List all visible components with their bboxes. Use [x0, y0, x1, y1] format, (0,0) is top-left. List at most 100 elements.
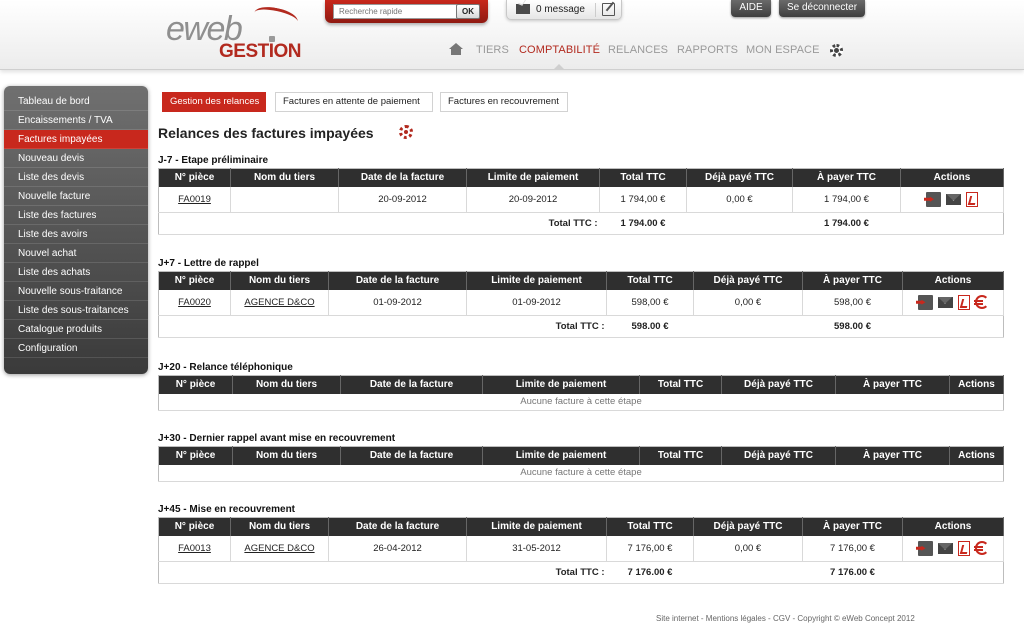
tab-factures-attente[interactable]: Factures en attente de paiement [275, 92, 433, 112]
table-header-row: N° pièce Nom du tiers Date de la facture… [158, 375, 1004, 394]
col-header-tiers: Nom du tiers [232, 446, 341, 465]
eweb-gestion-logo[interactable]: eweb GESTION [166, 3, 306, 64]
col-header-total: Total TTC [599, 168, 687, 187]
logout-button[interactable]: Se déconnecter [779, 0, 865, 17]
open-invoice-icon[interactable] [926, 191, 941, 207]
euro-payment-icon[interactable] [973, 541, 989, 556]
messages-count[interactable]: 0 message [536, 4, 585, 15]
euro-payment-icon[interactable] [973, 295, 989, 310]
sidebar-item-factures-impayees[interactable]: Factures impayées [4, 130, 148, 149]
col-header-total: Total TTC [639, 446, 722, 465]
col-header-paye: Déjà payé TTC [693, 517, 803, 536]
compose-icon[interactable] [602, 3, 615, 16]
pdf-icon[interactable] [966, 191, 978, 207]
open-invoice-icon[interactable] [917, 294, 933, 310]
col-header-limite: Limite de paiement [466, 168, 600, 187]
invoice-number-link[interactable]: FA0020 [158, 289, 231, 316]
sidebar-item-nouvelle-sous-traitance[interactable]: Nouvelle sous-traitance [4, 282, 148, 301]
messages-widget[interactable]: 0 message [506, 0, 622, 20]
row-actions [902, 289, 1004, 316]
sidebar-item-liste-factures[interactable]: Liste des factures [4, 206, 148, 225]
sidebar-item-tableau-de-bord[interactable]: Tableau de bord [4, 92, 148, 111]
page-title: Relances des factures impayées [158, 125, 374, 141]
invoice-date: 01-09-2012 [328, 289, 467, 316]
pdf-icon[interactable] [957, 540, 970, 556]
total-label: Total TTC : [466, 315, 607, 338]
col-header-piece: N° pièce [158, 375, 233, 394]
invoice-number-link[interactable]: FA0013 [158, 535, 231, 562]
nav-item-comptabilite[interactable]: COMPTABILITÉ [519, 44, 600, 56]
section-j+20: J+20 - Relance téléphonique N° pièce Nom… [158, 362, 1004, 411]
section-j+45: J+45 - Mise en recouvrement N° pièce Nom… [158, 504, 1004, 584]
total-row: Total TTC : 7 176.00 € 7 176.00 € [158, 561, 1004, 584]
nav-item-tiers[interactable]: TIERS [476, 44, 509, 56]
col-header-piece: N° pièce [158, 517, 231, 536]
sidebar: Tableau de bord Encaissements / TVA Fact… [4, 86, 148, 374]
section-title: J+30 - Dernier rappel avant mise en reco… [158, 433, 396, 444]
nav-item-relances[interactable]: RELANCES [608, 44, 668, 56]
invoices-table: N° pièce Nom du tiers Date de la facture… [158, 375, 1004, 411]
col-header-apayer: À payer TTC [835, 375, 950, 394]
nav-item-mon-espace[interactable]: MON ESPACE [746, 44, 820, 56]
col-header-piece: N° pièce [158, 446, 233, 465]
sidebar-item-encaissements-tva[interactable]: Encaissements / TVA [4, 111, 148, 130]
email-icon[interactable] [937, 296, 953, 308]
sidebar-item-liste-avoirs[interactable]: Liste des avoirs [4, 225, 148, 244]
settings-gear-icon[interactable] [830, 44, 843, 57]
sidebar-item-catalogue-produits[interactable]: Catalogue produits [4, 320, 148, 339]
search-ok-button[interactable]: OK [456, 4, 480, 19]
email-icon[interactable] [946, 193, 961, 205]
table-header-row: N° pièce Nom du tiers Date de la facture… [158, 446, 1004, 465]
invoice-number-link[interactable]: FA0019 [158, 186, 231, 213]
tiers-name-link[interactable]: AGENCE D&CO [230, 289, 329, 316]
total-row: Total TTC : 598.00 € 598.00 € [158, 315, 1004, 338]
col-header-actions: Actions [949, 446, 1004, 465]
table-header-row: N° pièce Nom du tiers Date de la facture… [158, 517, 1004, 536]
sidebar-item-nouvelle-facture[interactable]: Nouvelle facture [4, 187, 148, 206]
tab-factures-recouvrement[interactable]: Factures en recouvrement [440, 92, 568, 112]
section-j-7: J-7 - Etape préliminaire N° pièce Nom du… [158, 155, 1004, 235]
total-ttc: 7 176,00 € [606, 535, 694, 562]
paid-ttc: 0,00 € [693, 535, 803, 562]
sidebar-item-liste-sous-traitances[interactable]: Liste des sous-traitances [4, 301, 148, 320]
sidebar-item-liste-achats[interactable]: Liste des achats [4, 263, 148, 282]
total-label: Total TTC : [466, 561, 607, 584]
settings-gear-icon[interactable] [399, 125, 413, 139]
col-header-paye: Déjà payé TTC [686, 168, 793, 187]
col-header-total: Total TTC [606, 517, 694, 536]
footer-links[interactable]: Site internet - Mentions légales - CGV -… [656, 614, 915, 623]
sidebar-item-nouveau-devis[interactable]: Nouveau devis [4, 149, 148, 168]
invoices-table: N° pièce Nom du tiers Date de la facture… [158, 271, 1004, 338]
col-header-actions: Actions [900, 168, 1004, 187]
invoices-table: N° pièce Nom du tiers Date de la facture… [158, 446, 1004, 482]
table-header-row: N° pièce Nom du tiers Date de la facture… [158, 168, 1004, 187]
total-label: Total TTC : [466, 212, 600, 235]
col-header-total: Total TTC [639, 375, 722, 394]
sidebar-item-configuration[interactable]: Configuration [4, 339, 148, 358]
home-icon[interactable] [449, 43, 463, 56]
col-header-date: Date de la facture [340, 375, 483, 394]
help-button[interactable]: AIDE [731, 0, 771, 17]
section-title: J+20 - Relance téléphonique [158, 362, 293, 373]
email-icon[interactable] [937, 542, 953, 554]
sidebar-item-liste-devis[interactable]: Liste des devis [4, 168, 148, 187]
total-due-sum: 598.00 € [802, 315, 903, 338]
col-header-actions: Actions [949, 375, 1004, 394]
section-title: J+7 - Lettre de rappel [158, 258, 259, 269]
tiers-name-link[interactable]: AGENCE D&CO [230, 535, 329, 562]
table-row: FA0019 20-09-2012 20-09-2012 1 794,00 € … [158, 186, 1004, 213]
open-invoice-icon[interactable] [917, 540, 933, 556]
quick-search-input[interactable] [333, 4, 471, 19]
nav-item-rapports[interactable]: RAPPORTS [677, 44, 738, 56]
section-title: J-7 - Etape préliminaire [158, 155, 269, 166]
logo-sub-text: GESTION [219, 41, 302, 62]
col-header-paye: Déjà payé TTC [693, 271, 803, 290]
pdf-icon[interactable] [957, 294, 970, 310]
col-header-tiers: Nom du tiers [230, 168, 339, 187]
empty-row: Aucune facture à cette étape [158, 464, 1004, 482]
paid-ttc: 0,00 € [686, 186, 793, 213]
total-row: Total TTC : 1 794.00 € 1 794.00 € [158, 212, 1004, 235]
sidebar-item-nouvel-achat[interactable]: Nouvel achat [4, 244, 148, 263]
tab-gestion-relances[interactable]: Gestion des relances [162, 92, 266, 112]
col-header-total: Total TTC [606, 271, 694, 290]
